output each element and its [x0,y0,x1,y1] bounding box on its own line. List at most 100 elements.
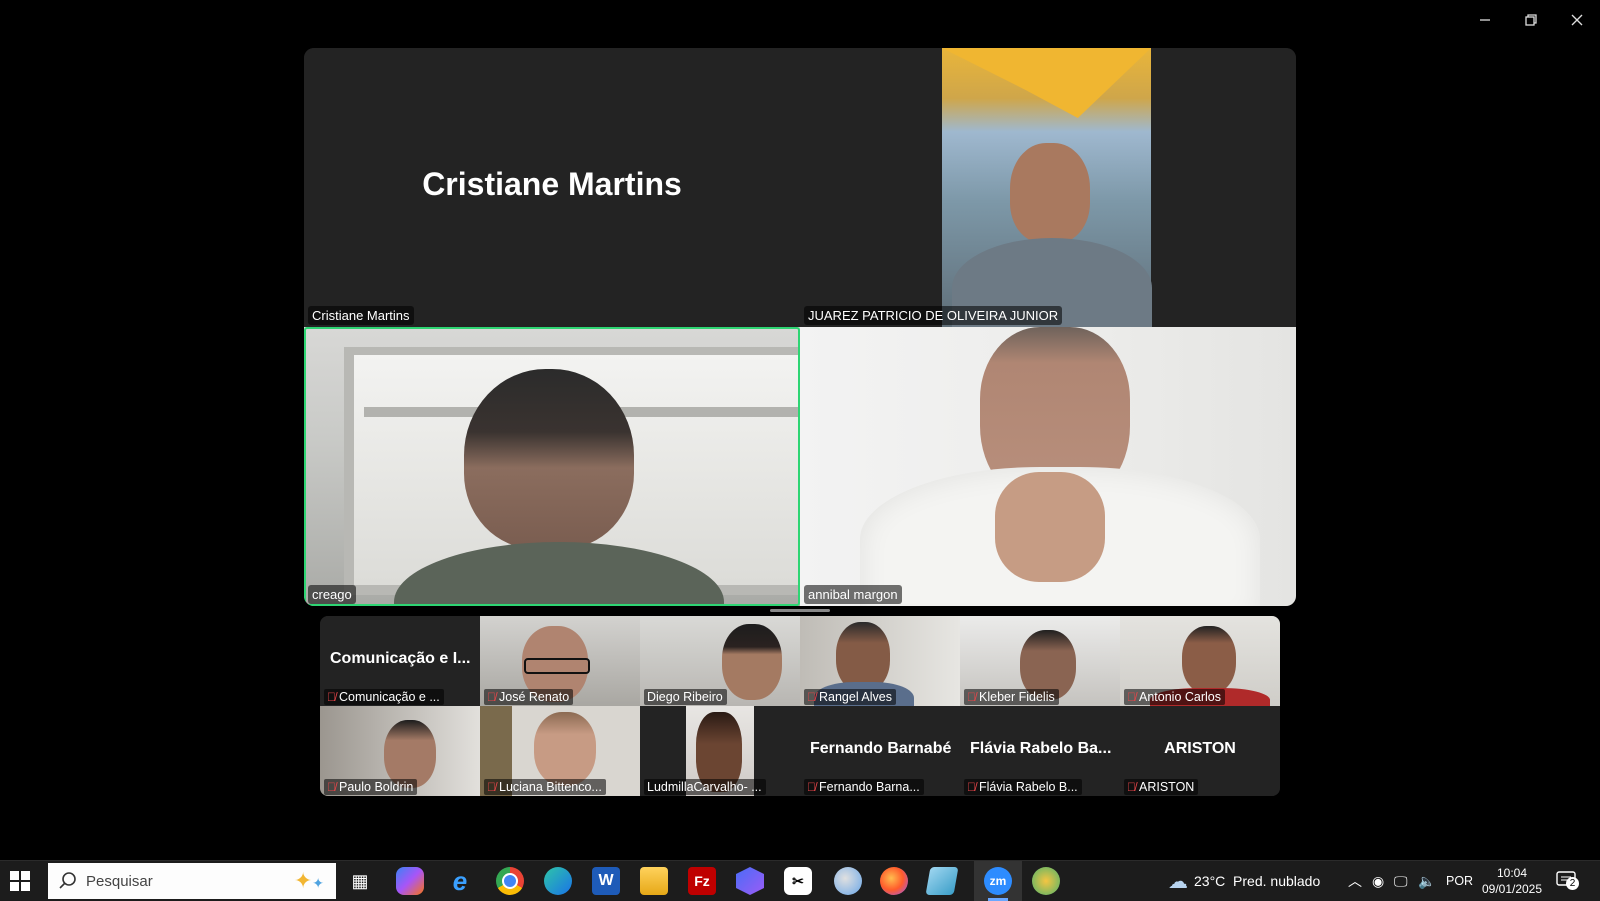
firefox-icon[interactable] [880,867,908,895]
participant-label: 🎙̸ Luciana Bittenco... [484,779,606,795]
thumbnail-tile[interactable]: 🎙̸ Luciana Bittenco... [480,706,640,796]
resize-handle[interactable] [770,609,830,612]
thumbnail-tile[interactable]: 🎙̸ Rangel Alves [800,616,960,706]
mic-muted-icon: 🎙̸ [327,780,336,794]
thumbnail-tile[interactable]: 🎙̸ Paulo Boldrin [320,706,480,796]
clock-time: 10:04 [1496,866,1528,880]
app-icon[interactable] [1032,867,1060,895]
participant-name: Luciana Bittenco... [499,780,602,794]
minimize-button[interactable] [1470,8,1500,32]
participant-name: Diego Ribeiro [647,690,723,704]
thumbnail-tile[interactable]: LudmillaCarvalho- ... [640,706,800,796]
video-feed [304,327,800,606]
notification-count: 2 [1566,877,1579,890]
person-head [1010,143,1090,243]
participant-label: 🎙̸ ARISTON [1124,779,1199,795]
participant-name-tag: Cristiane Martins [308,306,414,325]
show-hidden-icons[interactable]: ︿ [1348,861,1362,901]
mic-muted-icon: 🎙̸ [807,780,816,794]
mic-muted-icon: 🎙̸ [967,690,976,704]
windows-logo-icon [10,871,19,880]
word-icon[interactable]: W [592,867,620,895]
participant-label: 🎙̸ Fernando Barna... [804,779,924,795]
person-head [464,369,634,549]
taskbar: Pesquisar ✦✦ ▦ e W Fz ✂ zm ☁ 23°C Pred. … [0,860,1600,901]
participant-label: 🎙̸ Kleber Fidelis [964,689,1059,705]
participant-name: Antonio Carlos [1139,690,1221,704]
copilot-icon[interactable] [396,867,424,895]
volume-icon[interactable]: 🔈 [1418,861,1435,901]
notification-center[interactable]: 2 [1556,871,1579,890]
thumbnail-tile[interactable]: Flávia Rabelo Ba... 🎙̸ Flávia Rabelo B... [960,706,1120,796]
participant-label: 🎙̸ Paulo Boldrin [324,779,418,795]
weather-widget[interactable]: ☁ 23°C Pred. nublado [1168,861,1320,901]
thumbnail-tile[interactable]: 🎙̸ Kleber Fidelis [960,616,1120,706]
search-placeholder: Pesquisar [86,872,153,890]
participant-display-name: ARISTON [1164,740,1236,757]
windows-logo-icon [21,882,30,891]
zoom-icon: zm [984,867,1012,895]
weather-text: 23°C Pred. nublado [1194,873,1321,889]
internet-explorer-icon[interactable]: e [446,866,474,896]
participant-label: 🎙̸ Comunicação e ... [324,689,444,705]
participant-name: Rangel Alves [819,690,892,704]
video-tile-cristiane[interactable]: Cristiane Martins Cristiane Martins [304,48,800,327]
clock[interactable]: 10:04 09/01/2025 [1480,865,1544,897]
paint-icon[interactable] [834,867,862,895]
chrome-icon[interactable] [496,867,524,895]
video-feed [800,327,1296,606]
mic-muted-icon: 🎙̸ [487,690,496,704]
participant-label: 🎙̸ Antonio Carlos [1124,689,1225,705]
person-head [722,624,782,700]
thumbnail-tile[interactable]: Comunicação e I... 🎙̸ Comunicação e ... [320,616,480,706]
person-head [1182,626,1236,694]
person-hand [995,472,1105,582]
video-tile-annibal[interactable]: annibal margon [800,327,1296,606]
video-tile-creago[interactable]: creago [304,327,800,606]
mic-muted-icon: 🎙̸ [327,690,336,704]
mic-muted-icon: 🎙̸ [967,780,976,794]
participant-label: 🎙̸ Rangel Alves [804,689,896,705]
language-indicator[interactable]: POR [1446,861,1473,901]
capcut-icon[interactable]: ✂ [784,867,812,895]
taskbar-active-zoom[interactable]: zm [974,861,1022,901]
person-head [534,712,596,786]
thumbnail-tile[interactable]: 🎙̸ Antonio Carlos [1120,616,1280,706]
close-button[interactable] [1562,8,1592,32]
notes-app-icon[interactable] [925,867,959,895]
filezilla-icon[interactable]: Fz [688,867,716,895]
taskbar-search[interactable]: Pesquisar ✦✦ [48,863,336,899]
minimize-icon [1480,19,1490,21]
thumbnail-tile[interactable]: 🎙̸ José Renato [480,616,640,706]
participant-display-name: Flávia Rabelo Ba... [970,740,1112,757]
participant-name: Flávia Rabelo B... [979,780,1078,794]
task-view-icon[interactable]: ▦ [346,867,374,895]
thumbnail-tile[interactable]: Diego Ribeiro [640,616,800,706]
media-app-icon[interactable] [736,867,764,895]
participant-name: Paulo Boldrin [339,780,414,794]
participant-label: 🎙̸ José Renato [484,689,574,705]
participant-name: Kleber Fidelis [979,690,1055,704]
participant-name: José Renato [499,690,570,704]
camera-icon[interactable]: ◉ [1372,861,1384,901]
search-icon [59,872,76,889]
windows-logo-icon [10,882,19,891]
participant-label: 🎙̸ Flávia Rabelo B... [964,779,1082,795]
cloud-icon: ☁ [1168,870,1188,893]
restore-button[interactable] [1516,8,1546,32]
video-tile-juarez[interactable]: JUAREZ PATRICIO DE OLIVEIRA JUNIOR [800,48,1296,327]
clock-date: 09/01/2025 [1481,882,1543,896]
person-head [384,720,436,788]
participant-label: LudmillaCarvalho- ... [644,779,766,795]
participant-display-name: Cristiane Martins [422,166,682,202]
network-icon[interactable]: 🖵 [1394,861,1408,901]
participant-name-tag: annibal margon [804,585,902,604]
file-explorer-icon[interactable] [640,867,668,895]
thumbnail-tile[interactable]: ARISTON 🎙̸ ARISTON [1120,706,1280,796]
participant-display-name: Comunicação e I... [330,650,471,667]
thumbnail-tile[interactable]: Fernando Barnabé 🎙̸ Fernando Barna... [800,706,960,796]
start-button[interactable] [10,871,30,891]
mic-muted-icon: 🎙̸ [1127,780,1136,794]
close-icon [1571,14,1583,26]
edge-icon[interactable] [544,867,572,895]
